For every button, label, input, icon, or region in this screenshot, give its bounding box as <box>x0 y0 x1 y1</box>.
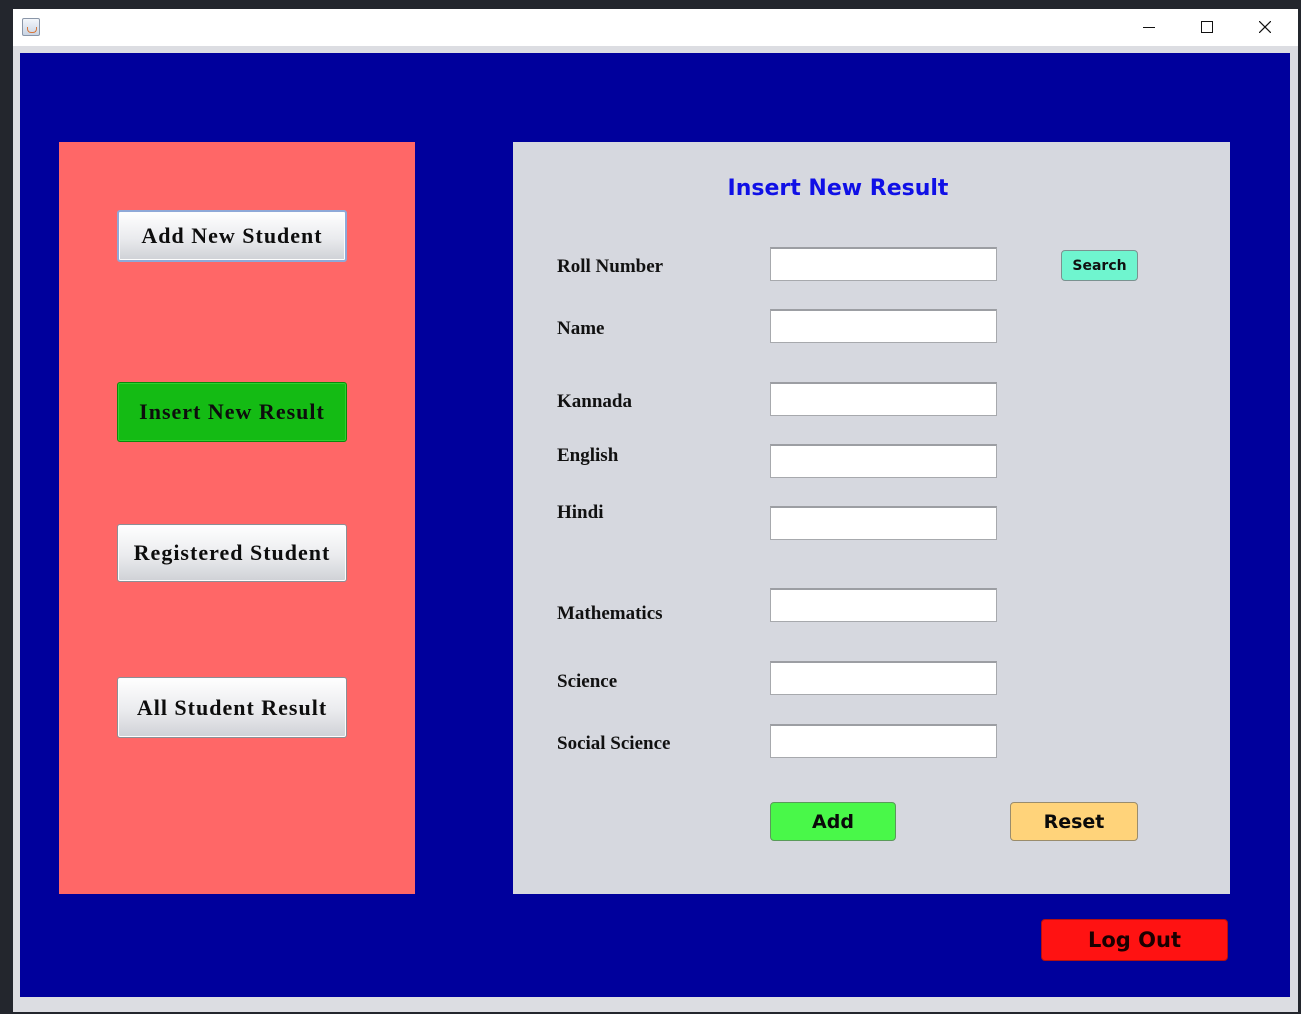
reset-button[interactable]: Reset <box>1010 802 1138 841</box>
close-icon <box>1259 21 1271 33</box>
mathematics-input[interactable] <box>770 588 997 622</box>
add-new-student-button[interactable]: Add New Student <box>117 210 347 262</box>
science-label: Science <box>557 671 618 692</box>
social-science-label: Social Science <box>557 733 671 754</box>
name-input[interactable] <box>770 309 997 343</box>
social-science-input[interactable] <box>770 724 997 758</box>
java-app-icon <box>22 18 40 36</box>
minimize-button[interactable] <box>1120 9 1178 46</box>
maximize-button[interactable] <box>1178 9 1236 46</box>
close-button[interactable] <box>1236 9 1294 46</box>
app-window: Add New Student Insert New Result Regist… <box>13 9 1298 1012</box>
roll-number-label: Roll Number <box>557 256 664 277</box>
insert-result-form: Insert New Result Roll Number Search Nam… <box>513 142 1230 894</box>
sidebar: Add New Student Insert New Result Regist… <box>59 142 415 894</box>
hindi-input[interactable] <box>770 506 997 540</box>
science-input[interactable] <box>770 661 997 695</box>
english-input[interactable] <box>770 444 997 478</box>
roll-number-input[interactable] <box>770 247 997 281</box>
name-label: Name <box>557 318 605 339</box>
main-content: Add New Student Insert New Result Regist… <box>20 53 1290 997</box>
form-title: Insert New Result <box>727 176 949 201</box>
kannada-input[interactable] <box>770 382 997 416</box>
logout-button[interactable]: Log Out <box>1041 919 1228 961</box>
english-label: English <box>557 445 619 466</box>
add-button[interactable]: Add <box>770 802 896 841</box>
insert-new-result-button[interactable]: Insert New Result <box>117 382 347 442</box>
all-student-result-button[interactable]: All Student Result <box>117 677 347 738</box>
search-button[interactable]: Search <box>1061 250 1138 281</box>
title-bar[interactable] <box>13 9 1298 46</box>
kannada-label: Kannada <box>557 391 632 412</box>
mathematics-label: Mathematics <box>557 603 663 624</box>
hindi-label: Hindi <box>557 502 604 523</box>
registered-student-button[interactable]: Registered Student <box>117 524 347 582</box>
